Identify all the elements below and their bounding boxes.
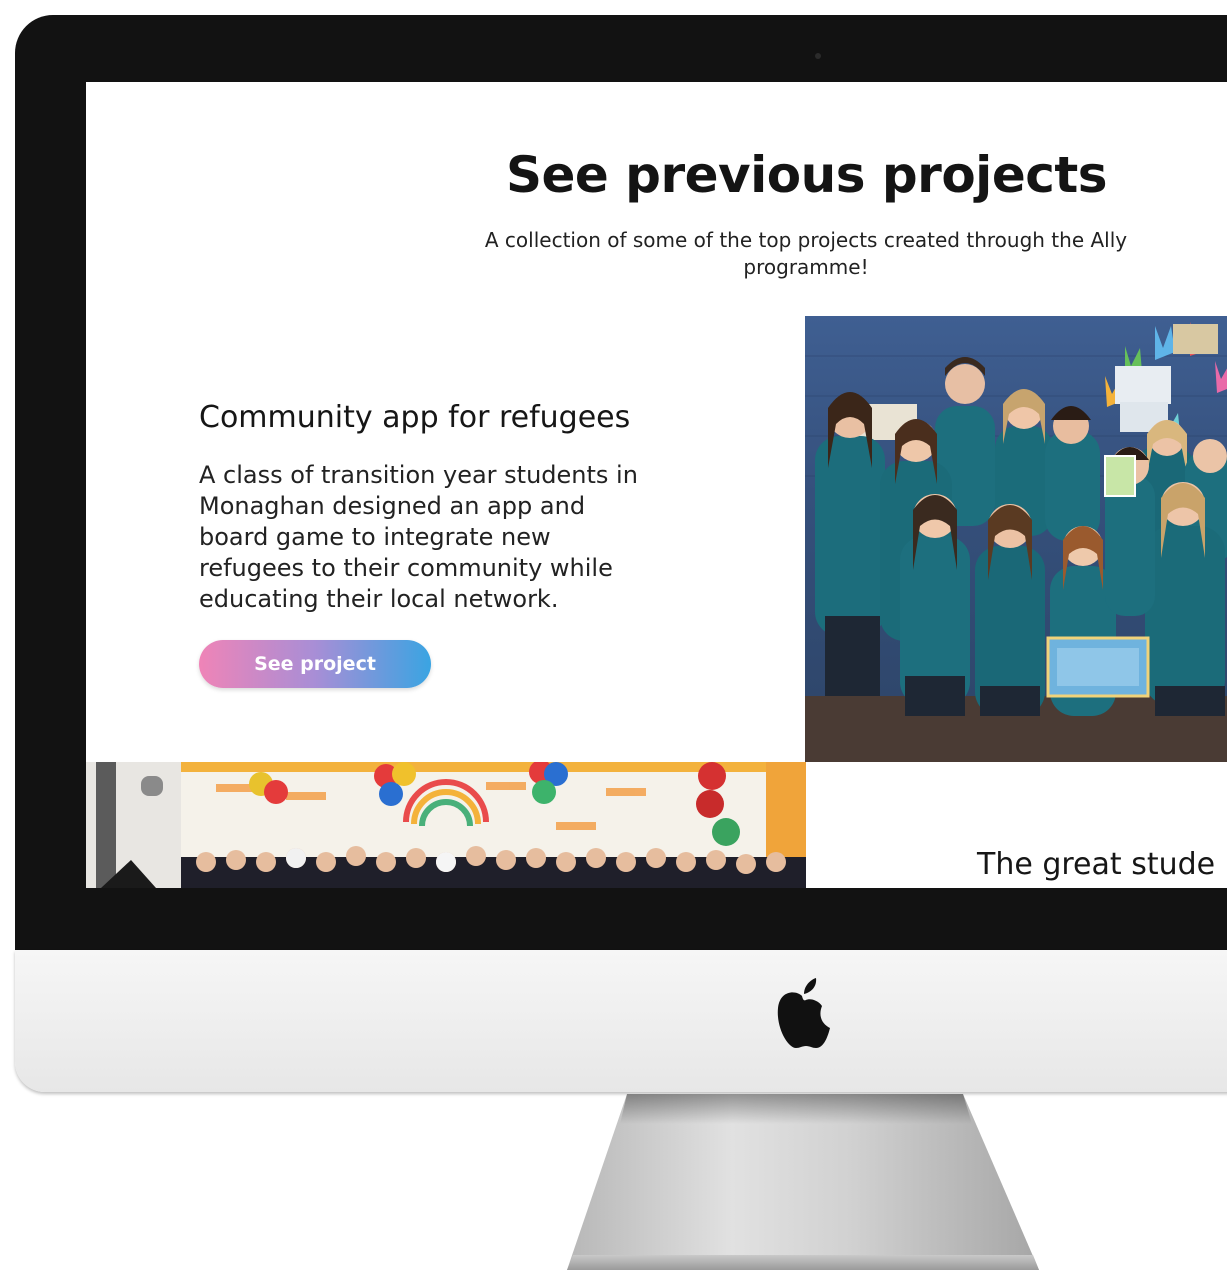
project-photo-students bbox=[805, 316, 1227, 762]
see-project-button[interactable]: See project bbox=[199, 640, 431, 688]
stand-foot bbox=[567, 1255, 1039, 1270]
project-heading: Community app for refugees bbox=[199, 400, 631, 435]
camera-icon bbox=[815, 53, 821, 59]
next-project-heading: The great stude bbox=[977, 847, 1216, 882]
awards-event-photo bbox=[86, 762, 806, 888]
section-subtitle: A collection of some of the top projects… bbox=[484, 228, 1128, 279]
apple-logo-icon bbox=[777, 978, 830, 1048]
project-description: A class of transition year students in M… bbox=[199, 461, 638, 613]
section-title: See previous projects bbox=[505, 146, 1108, 204]
website-screen: See previous projects A collection of so… bbox=[86, 82, 1227, 888]
monitor-chin bbox=[15, 950, 1227, 1092]
